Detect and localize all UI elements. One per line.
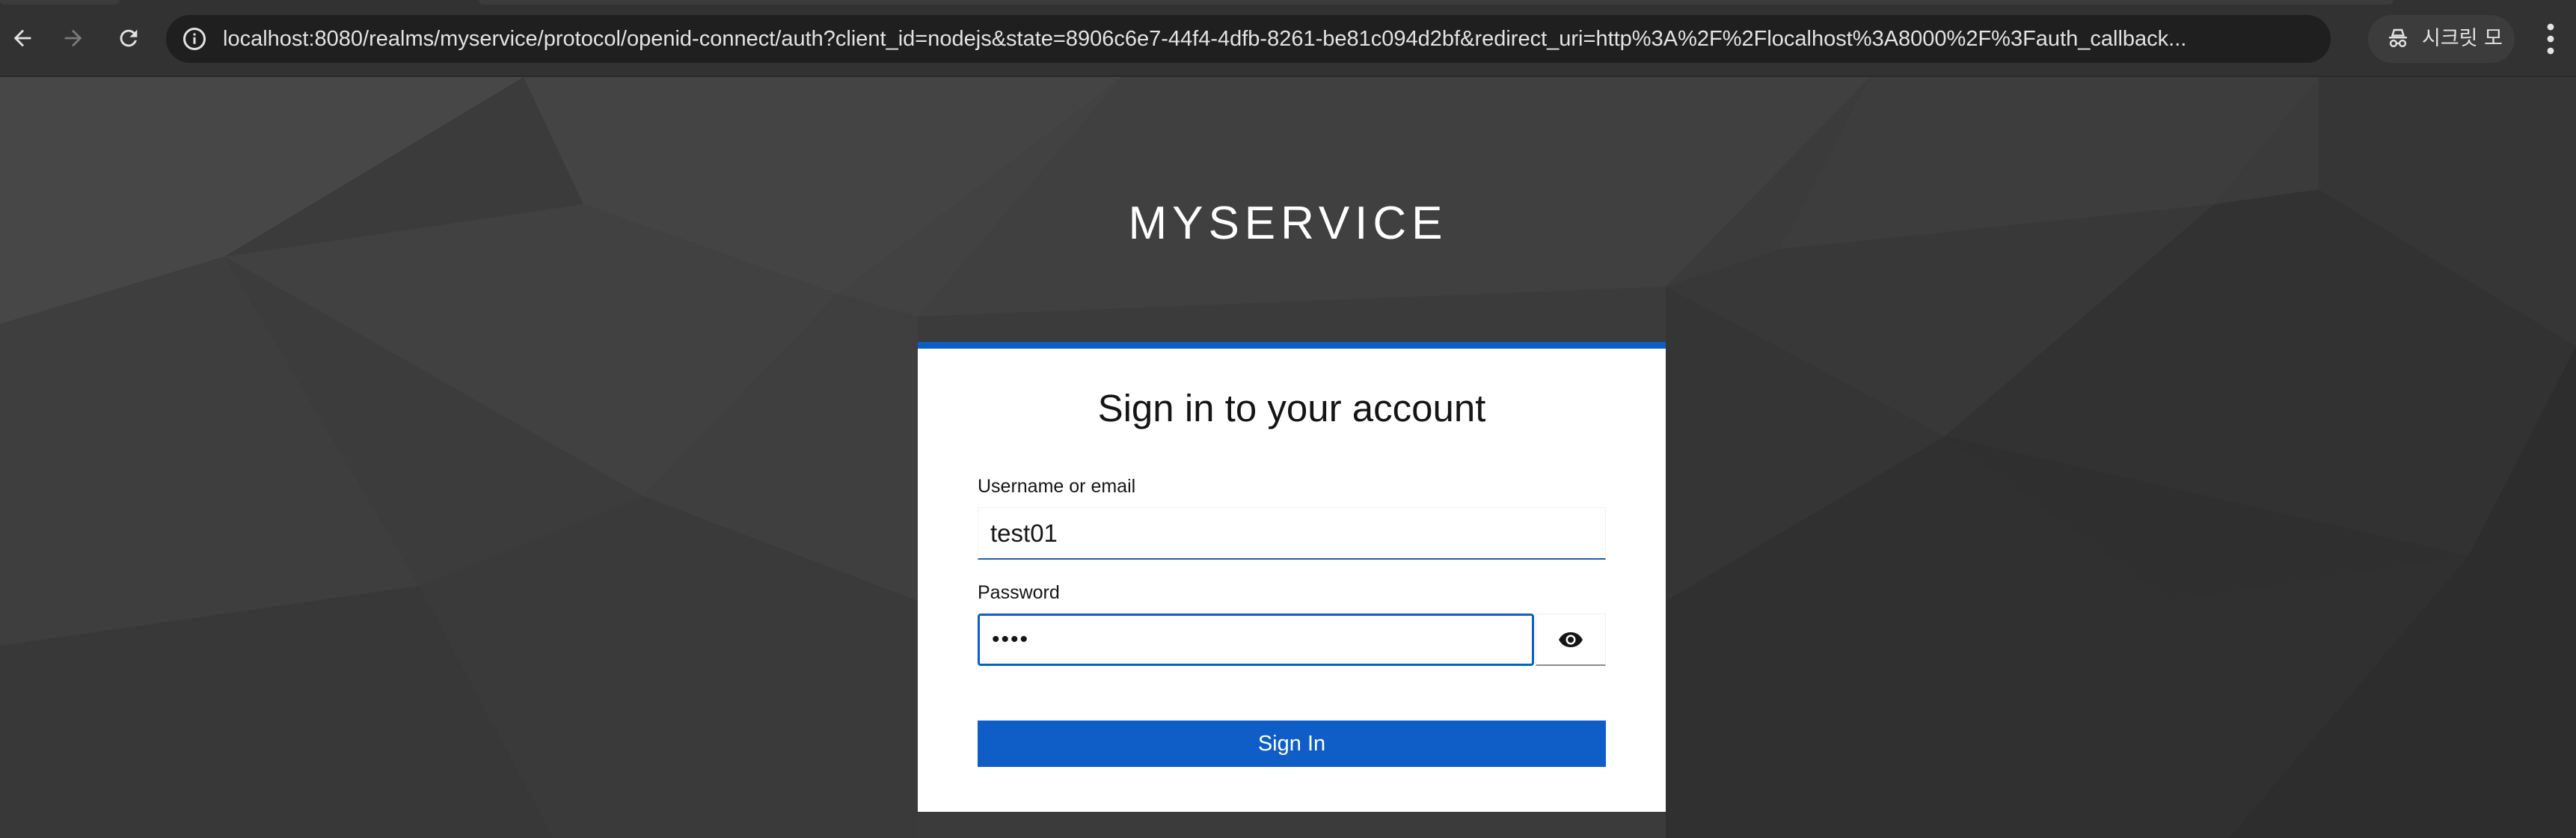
tab-strip-edge: [0, 0, 120, 4]
back-button[interactable]: [3, 19, 42, 58]
forward-arrow-icon: [64, 29, 82, 47]
url-text[interactable]: localhost:8080/realms/myservice/protocol…: [223, 15, 2437, 63]
incognito-icon: [2389, 28, 2407, 48]
username-input[interactable]: [978, 507, 1606, 560]
username-label: Username or email: [978, 476, 1136, 497]
incognito-badge[interactable]: 시크릿 모드: [2368, 15, 2515, 98]
address-bar[interactable]: localhost:8080/realms/myservice/protocol…: [166, 15, 2492, 63]
password-label: Password: [978, 582, 1060, 603]
back-arrow-icon: [13, 29, 31, 47]
forward-button[interactable]: [54, 19, 93, 58]
login-card: Sign in to your account Username or emai…: [918, 342, 1666, 812]
browser-toolbar: localhost:8080/realms/myservice/protocol…: [0, 0, 2576, 98]
realm-title: MYSERVICE: [1128, 198, 1448, 249]
site-info-icon[interactable]: [181, 25, 208, 52]
show-password-button[interactable]: [1536, 614, 1606, 666]
password-input[interactable]: [978, 614, 1534, 666]
card-title: Sign in to your account: [1097, 387, 1486, 429]
reload-button[interactable]: [109, 19, 148, 58]
tab-strip-edge: [479, 0, 2393, 4]
login-page: MYSERVICE Sign in to your account Userna…: [0, 77, 2576, 838]
eye-icon: [1559, 631, 1583, 647]
sign-in-button[interactable]: Sign In: [978, 721, 1606, 767]
reload-icon: [120, 29, 138, 47]
menu-dots-icon[interactable]: [2543, 21, 2558, 57]
